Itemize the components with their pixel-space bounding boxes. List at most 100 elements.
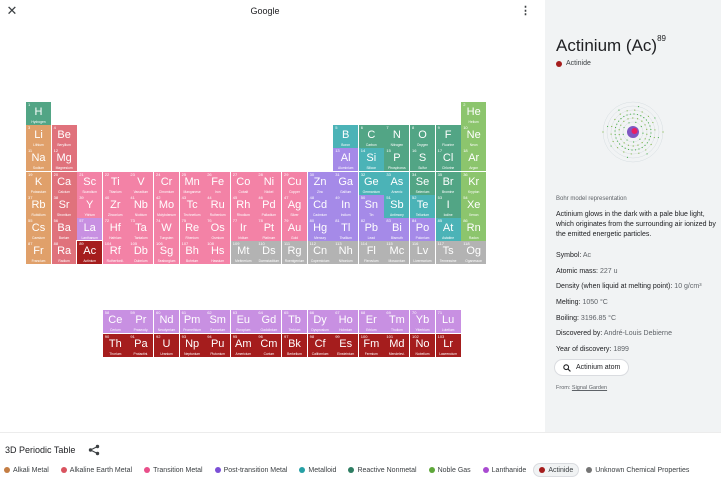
element-tile-ce[interactable]: 58 Ce Cerium xyxy=(102,310,128,333)
element-tile-ra[interactable]: 88 Ra Radium xyxy=(51,241,77,265)
element-tile-p[interactable]: 15 P Phosphorus xyxy=(384,148,410,172)
element-tile-cl[interactable]: 17 Cl Chlorine xyxy=(435,148,461,172)
element-tile-ho[interactable]: 67 Ho Holmium xyxy=(333,310,359,333)
element-tile-in[interactable]: 49 In Indium xyxy=(333,194,359,218)
element-tile-md[interactable]: 101 Md Mendelevi. xyxy=(384,333,410,357)
element-tile-f[interactable]: 9 F Fluorine xyxy=(435,125,461,149)
element-tile-mo[interactable]: 42 Mo Molybdenum xyxy=(154,194,179,218)
element-tile-sn[interactable]: 50 Sn Tin xyxy=(358,194,384,218)
element-tile-fl[interactable]: 114 Fl Flerovium xyxy=(358,241,384,265)
element-tile-mc[interactable]: 115 Mc Moscovium xyxy=(384,241,410,265)
element-tile-ca[interactable]: 20 Ca Calcium xyxy=(51,171,77,195)
element-tile-mn[interactable]: 25 Mn Manganese xyxy=(179,171,205,195)
element-tile-w[interactable]: 74 W Tungsten xyxy=(154,218,179,241)
legend-item-transition[interactable]: Transition Metal xyxy=(144,463,203,477)
element-tile-sr[interactable]: 38 Sr Strontium xyxy=(51,194,77,218)
element-tile-ba[interactable]: 56 Ba Barium xyxy=(51,218,77,241)
element-tile-ag[interactable]: 47 Ag Silver xyxy=(282,194,307,218)
element-tile-ds[interactable]: 110 Ds Darmstadtium xyxy=(256,241,282,265)
element-tile-nb[interactable]: 41 Nb Niobium xyxy=(128,194,154,218)
element-tile-pd[interactable]: 46 Pd Palladium xyxy=(256,194,282,218)
element-atom-search-chip[interactable]: Actinium atom xyxy=(554,359,630,376)
element-tile-br[interactable]: 35 Br Bromine xyxy=(435,171,461,195)
element-tile-rf[interactable]: 104 Rf Rutherfordi. xyxy=(102,241,128,265)
element-tile-ts[interactable]: 117 Ts Tennessine xyxy=(435,241,461,265)
element-tile-pu[interactable]: 94 Pu Plutonium xyxy=(205,333,231,357)
share-icon[interactable] xyxy=(88,444,100,456)
element-tile-no[interactable]: 102 No Nobelium xyxy=(410,333,435,357)
element-tile-ta[interactable]: 73 Ta Tantalum xyxy=(128,218,154,241)
element-tile-kr[interactable]: 36 Kr Krypton xyxy=(461,171,487,195)
element-tile-fr[interactable]: 87 Fr Francium xyxy=(26,241,51,265)
element-tile-c[interactable]: 6 C Carbon xyxy=(358,125,384,149)
element-tile-zn[interactable]: 30 Zn Zinc xyxy=(307,171,333,195)
element-tile-dy[interactable]: 66 Dy Dysprosium xyxy=(307,310,333,333)
element-tile-sc[interactable]: 21 Sc Scandium xyxy=(77,171,103,195)
element-tile-cr[interactable]: 24 Cr Chromium xyxy=(154,171,179,195)
element-tile-lu[interactable]: 71 Lu Lutetium xyxy=(435,310,461,333)
element-tile-sg[interactable]: 106 Sg Seaborgium xyxy=(154,241,179,265)
element-tile-og[interactable]: 118 Og Oganesson xyxy=(461,241,487,265)
element-tile-rn[interactable]: 86 Rn Radon xyxy=(461,218,487,241)
element-tile-n[interactable]: 7 N Nitrogen xyxy=(384,125,410,149)
element-tile-ne[interactable]: 10 Ne Neon xyxy=(461,125,487,149)
element-tile-lr[interactable]: 103 Lr Lawrencium xyxy=(435,333,461,357)
element-tile-au[interactable]: 79 Au Gold xyxy=(282,218,307,241)
element-tile-np[interactable]: 93 Np Neptunium xyxy=(179,333,205,357)
element-tile-h[interactable]: 1 H Hydrogen xyxy=(26,102,51,125)
element-tile-nh[interactable]: 113 Nh Nihonium xyxy=(333,241,359,265)
element-tile-y[interactable]: 39 Y Yttrium xyxy=(77,194,103,218)
element-tile-i[interactable]: 53 I Iodine xyxy=(435,194,461,218)
element-tile-cn[interactable]: 112 Cn Copernicium xyxy=(307,241,333,265)
element-tile-tl[interactable]: 81 Tl Thallium xyxy=(333,218,359,241)
element-tile-ir[interactable]: 77 Ir Iridium xyxy=(230,218,256,241)
element-tile-he[interactable]: 2 He Helium xyxy=(461,102,487,125)
legend-item-unknown[interactable]: Unknown Chemical Properties xyxy=(586,463,689,477)
element-tile-nd[interactable]: 60 Nd Neodymium xyxy=(154,310,179,333)
element-tile-lv[interactable]: 116 Lv Livermorium xyxy=(410,241,435,265)
element-tile-v[interactable]: 23 V Vanadium xyxy=(128,171,154,195)
legend-item-alkaline[interactable]: Alkaline Earth Metal xyxy=(60,463,132,477)
element-tile-zr[interactable]: 40 Zr Zirconium xyxy=(102,194,128,218)
element-tile-ti[interactable]: 22 Ti Titanium xyxy=(102,171,128,195)
legend-item-post[interactable]: Post-transition Metal xyxy=(214,463,287,477)
source-link[interactable]: Signal Garden xyxy=(572,385,607,391)
element-tile-db[interactable]: 105 Db Dubnium xyxy=(128,241,154,265)
element-tile-mg[interactable]: 12 Mg Magnesium xyxy=(51,148,77,172)
element-tile-pt[interactable]: 78 Pt Platinum xyxy=(256,218,282,241)
element-tile-te[interactable]: 52 Te Tellurium xyxy=(410,194,435,218)
element-tile-al[interactable]: 13 Al Aluminium xyxy=(333,148,359,172)
element-tile-li[interactable]: 3 Li Lithium xyxy=(26,125,51,149)
legend-item-lanthanide[interactable]: Lanthanide xyxy=(482,463,526,477)
element-tile-pa[interactable]: 91 Pa Protactini. xyxy=(128,333,154,357)
element-tile-co[interactable]: 27 Co Cobalt xyxy=(230,171,256,195)
element-tile-ge[interactable]: 32 Ge Germanium xyxy=(358,171,384,195)
element-tile-si[interactable]: 14 Si Silicon xyxy=(358,148,384,172)
legend-item-alkali[interactable]: Alkali Metal xyxy=(4,463,49,477)
element-tile-pm[interactable]: 61 Pm Promethium xyxy=(179,310,205,333)
element-tile-cu[interactable]: 29 Cu Copper xyxy=(282,171,307,195)
element-tile-tb[interactable]: 65 Tb Terbium xyxy=(282,310,307,333)
element-tile-rb[interactable]: 37 Rb Rubidium xyxy=(26,194,51,218)
element-tile-na[interactable]: 11 Na Sodium xyxy=(26,148,51,172)
element-tile-rg[interactable]: 111 Rg Roentgenium xyxy=(282,241,307,265)
element-tile-se[interactable]: 34 Se Selenium xyxy=(410,171,435,195)
element-tile-hf[interactable]: 72 Hf Hafnium xyxy=(102,218,128,241)
legend-item-metalloid[interactable]: Metalloid xyxy=(299,463,336,477)
element-tile-la[interactable]: 57 La Lanthanum xyxy=(77,218,103,241)
element-tile-er[interactable]: 68 Er Erbium xyxy=(358,310,384,333)
element-tile-fm[interactable]: 100 Fm Fermium xyxy=(358,333,384,357)
element-tile-th[interactable]: 90 Th Thorium xyxy=(102,333,128,357)
legend-item-nonmetal[interactable]: Reactive Nonmetal xyxy=(348,463,417,477)
element-tile-ga[interactable]: 31 Ga Gallium xyxy=(333,171,359,195)
element-tile-tc[interactable]: 43 Tc Technetium xyxy=(179,194,205,218)
legend-item-noble[interactable]: Noble Gas xyxy=(428,463,471,477)
element-tile-tm[interactable]: 69 Tm Thulium xyxy=(384,310,410,333)
element-tile-os[interactable]: 76 Os Osmium xyxy=(205,218,231,241)
element-tile-b[interactable]: 5 B Boron xyxy=(333,125,359,149)
element-tile-rh[interactable]: 45 Rh Rhodium xyxy=(230,194,256,218)
element-tile-as[interactable]: 33 As Arsenic xyxy=(384,171,410,195)
element-tile-o[interactable]: 8 O Oxygen xyxy=(410,125,435,149)
element-tile-xe[interactable]: 54 Xe Xenon xyxy=(461,194,487,218)
element-tile-cs[interactable]: 55 Cs Caesium xyxy=(26,218,51,241)
